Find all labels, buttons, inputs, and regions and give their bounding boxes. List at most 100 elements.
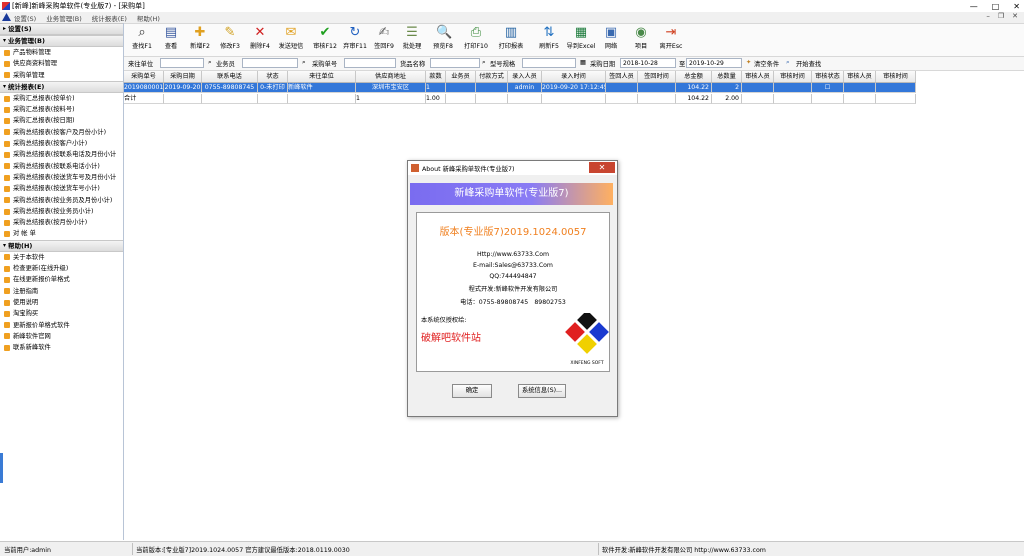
network-button[interactable]: ▣ 网络 — [600, 25, 622, 55]
menu-help[interactable]: 帮助(H) — [137, 13, 160, 23]
column-header[interactable]: 签回人员 — [606, 71, 638, 82]
column-header[interactable]: 采购日期 — [164, 71, 202, 82]
sidebar-item-report[interactable]: 采购总结报表(按联系电话及月份小计 — [0, 149, 123, 160]
menu-settings[interactable]: 设置(S) — [14, 13, 36, 23]
sidebar-section-settings[interactable]: ▸ 设置(S) — [0, 23, 123, 35]
column-header[interactable]: 状态 — [258, 71, 288, 82]
mdi-restore-button[interactable]: ❐ — [998, 12, 1004, 20]
sidebar-item-report[interactable]: 采购总结报表(按客户及月份小计) — [0, 127, 123, 138]
sidebar-item-report[interactable]: 采购总结报表(按客户小计) — [0, 138, 123, 149]
licensee-text: 破解吧软件站 — [421, 333, 481, 344]
edit-button[interactable]: ✎ 修改F3 — [218, 25, 242, 55]
column-header[interactable]: 总金额 — [676, 71, 712, 82]
menu-reports[interactable]: 统计报表(E) — [92, 13, 127, 23]
exit-button[interactable]: ⇥ 离开Esc — [658, 25, 684, 55]
licensed-to-label: 本系统仅授权给: — [421, 317, 467, 324]
salesperson-input[interactable] — [242, 58, 298, 68]
sidebar-item-report[interactable]: 采购总结报表(按送货车号及月份小计 — [0, 172, 123, 183]
sidebar-item-report[interactable]: 采购总结报表(按业务员及月份小计) — [0, 195, 123, 206]
sidebar-item-products[interactable]: 产品物料管理 — [0, 47, 123, 58]
sidebar-item-manual[interactable]: 使用说明 — [0, 297, 123, 308]
sidebar-item-website[interactable]: 新峰软件官网 — [0, 331, 123, 342]
column-header[interactable]: 付款方式 — [476, 71, 508, 82]
column-header[interactable]: 签回时间 — [638, 71, 676, 82]
column-header[interactable]: 审核人员 — [844, 71, 876, 82]
mdi-close-button[interactable]: ✕ — [1012, 12, 1018, 20]
column-header[interactable]: 审核时间 — [774, 71, 812, 82]
column-header[interactable]: 录入时间 — [542, 71, 606, 82]
print-button[interactable]: ⎙ 打印F10 — [462, 25, 490, 55]
column-header[interactable]: 来往单位 — [288, 71, 356, 82]
ok-button[interactable]: 确定 — [452, 384, 492, 398]
date-from-input[interactable]: 2018-10-28 — [620, 58, 676, 68]
find-button[interactable]: ⌕ 查找F1 — [130, 25, 154, 55]
sign-back-button[interactable]: ✍ 签回F9 — [372, 25, 396, 55]
print-report-button[interactable]: ▥ 打印报表 — [496, 25, 526, 55]
section-title: 业务管理(B) — [8, 37, 45, 45]
column-header[interactable]: 款数 — [426, 71, 446, 82]
column-header[interactable]: 联系电话 — [202, 71, 258, 82]
sidebar-item-taobao[interactable]: 淘宝购买 — [0, 308, 123, 319]
sidebar-item-suppliers[interactable]: 供应商资料管理 — [0, 58, 123, 69]
sidebar-item-report[interactable]: 采购总结报表(按业务员小计) — [0, 206, 123, 217]
sidebar-item-report[interactable]: 采购总结报表(按联系电话小计) — [0, 161, 123, 172]
audit-status-checkbox[interactable]: ☐ — [812, 83, 844, 93]
sidebar-item-report[interactable]: 采购汇总报表(按料号) — [0, 104, 123, 115]
supplier-input[interactable] — [160, 58, 204, 68]
clear-conditions-button[interactable]: 清空条件 — [754, 59, 779, 68]
column-header[interactable]: 业务员 — [446, 71, 476, 82]
project-button[interactable]: ◉ 项目 — [630, 25, 652, 55]
order-no-input[interactable] — [344, 58, 396, 68]
dialog-close-button[interactable]: ✕ — [589, 162, 615, 173]
sidebar-item-contact[interactable]: 联系新峰软件 — [0, 342, 123, 353]
sidebar-splitter[interactable] — [0, 453, 3, 483]
sidebar-section-reports[interactable]: ▾ 统计报表(E) — [0, 80, 123, 93]
column-header[interactable]: 录入人员 — [508, 71, 542, 82]
column-header[interactable]: 总数量 — [712, 71, 742, 82]
refresh-button[interactable]: ⇅ 刷新F5 — [536, 25, 562, 55]
preview-button[interactable]: 🔍 预览F8 — [430, 25, 456, 55]
column-header[interactable]: 审核状态 — [812, 71, 844, 82]
unaudit-button[interactable]: ↻ 弃审F11 — [342, 25, 368, 55]
date-to-input[interactable]: 2019-10-29 — [686, 58, 742, 68]
mdi-minimize-button[interactable]: – — [986, 12, 990, 20]
sidebar-item-check-update[interactable]: 检查更新(在线升级) — [0, 263, 123, 274]
cell — [476, 94, 508, 104]
sidebar-item-register[interactable]: 注册指南 — [0, 286, 123, 297]
close-button[interactable]: ✕ — [1013, 2, 1020, 11]
audit-button[interactable]: ✔ 审核F12 — [312, 25, 338, 55]
delete-button[interactable]: ✕ 删除F4 — [248, 25, 272, 55]
help-icon — [4, 299, 10, 306]
sidebar-item-statement[interactable]: 对 帐 单 — [0, 228, 123, 239]
column-header[interactable]: 采购单号 — [124, 71, 164, 82]
sidebar-item-report[interactable]: 采购总结报表(按送货车号小计) — [0, 183, 123, 194]
start-search-button[interactable]: 开始查找 — [796, 59, 821, 68]
system-info-button[interactable]: 系统信息(S)... — [518, 384, 566, 398]
table-row[interactable]: 2019080001 2019-09-20 0755-89808745 0-未打… — [124, 83, 916, 93]
sidebar-section-help[interactable]: ▾ 帮助(H) — [0, 239, 123, 252]
sidebar-section-business[interactable]: ▾ 业务管理(B) — [0, 35, 123, 47]
menu-business[interactable]: 业务管理(B) — [46, 13, 82, 23]
column-header[interactable]: 供应商地址 — [356, 71, 426, 82]
maximize-button[interactable]: □ — [992, 2, 1000, 11]
view-button[interactable]: ▤ 查看 — [160, 25, 182, 55]
sidebar-item-report[interactable]: 采购总结报表(按月份小计) — [0, 217, 123, 228]
goods-input[interactable] — [430, 58, 480, 68]
model-input[interactable] — [522, 58, 576, 68]
column-header[interactable]: 审核时间 — [876, 71, 916, 82]
new-button[interactable]: ✚ 新增F2 — [188, 25, 212, 55]
export-excel-button[interactable]: ▦ 导到Excel — [566, 25, 596, 55]
sidebar-item-report[interactable]: 采购汇总报表(按单价) — [0, 93, 123, 104]
sidebar-item-about[interactable]: 关于本软件 — [0, 252, 123, 263]
sidebar-item-label: 检查更新(在线升级) — [13, 265, 69, 273]
send-sms-button[interactable]: ✉ 发送短信 — [276, 25, 306, 55]
sidebar-item-report[interactable]: 采购汇总报表(按日期) — [0, 115, 123, 126]
column-header[interactable]: 审核人员 — [742, 71, 774, 82]
batch-button-label: 批处理 — [402, 43, 422, 50]
sidebar-item-update-format[interactable]: 在线更新报价单格式 — [0, 274, 123, 285]
report-icon — [4, 118, 10, 125]
minimize-button[interactable]: — — [970, 2, 978, 11]
batch-button[interactable]: ☰ 批处理 — [400, 25, 424, 55]
sidebar-item-format-software[interactable]: 更新报价单格式软件 — [0, 320, 123, 331]
sidebar-item-purchase-orders[interactable]: 采购单管理 — [0, 70, 123, 81]
